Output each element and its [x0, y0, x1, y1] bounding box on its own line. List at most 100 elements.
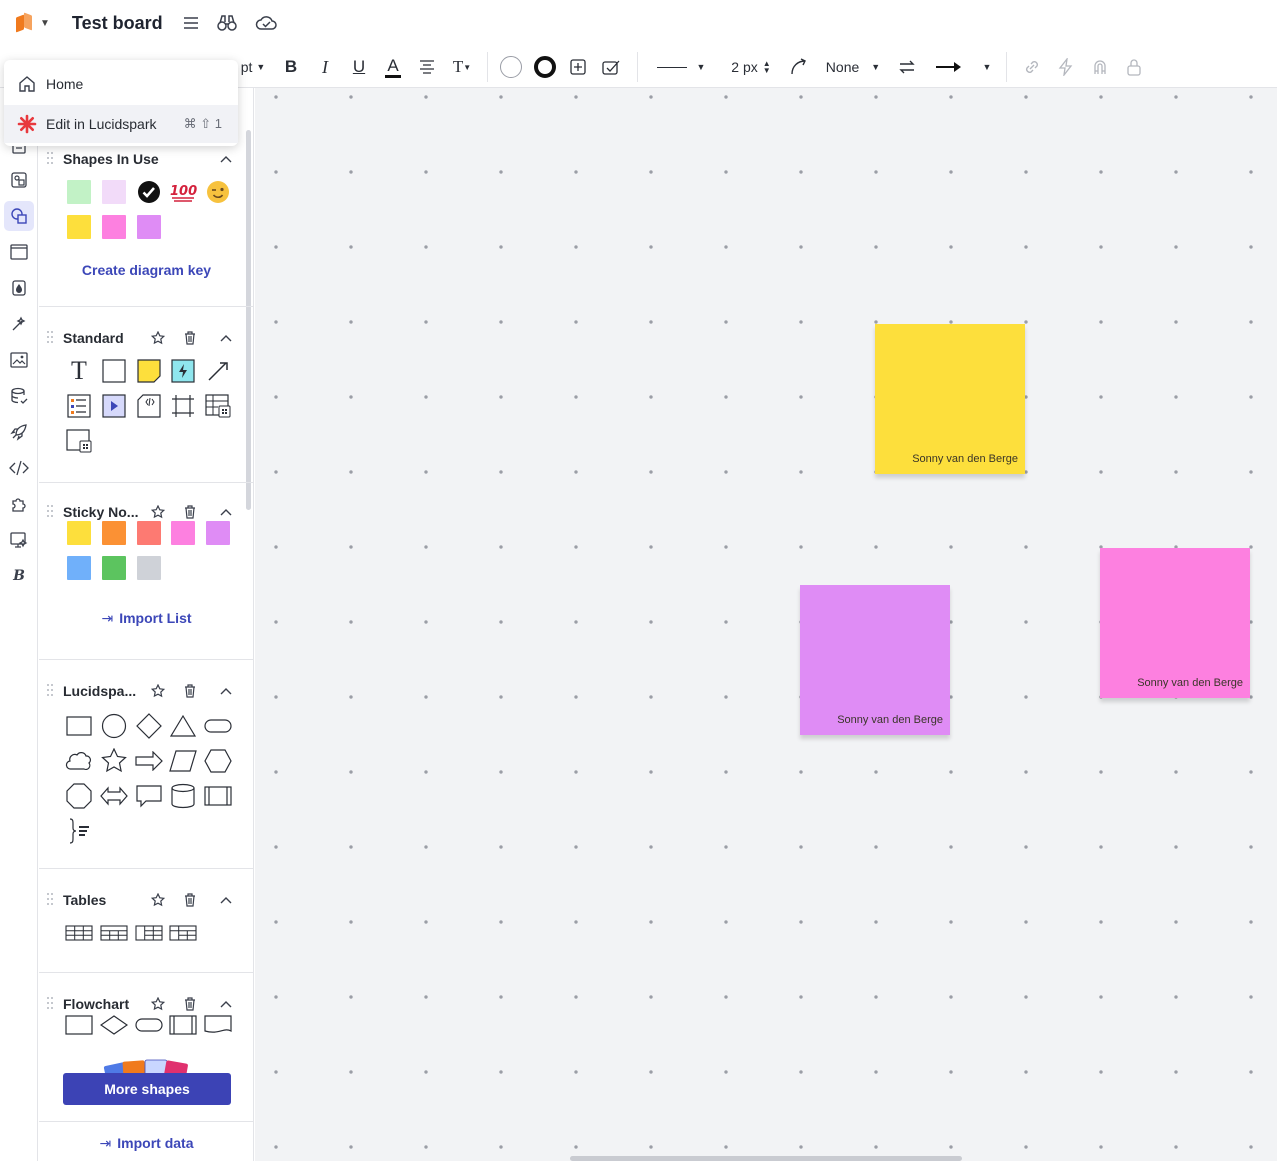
shape-light-green-sticky[interactable] [67, 180, 91, 204]
process-shape-icon[interactable] [204, 782, 232, 810]
winking-face-emoji-icon[interactable] [204, 178, 232, 206]
drag-handle-icon[interactable] [47, 684, 55, 698]
sticky-yellow-swatch[interactable] [67, 521, 91, 545]
drag-handle-icon[interactable] [47, 893, 55, 907]
align-button[interactable] [416, 46, 438, 88]
list-shape-icon[interactable] [65, 392, 93, 420]
line-shape-button[interactable] [788, 46, 810, 88]
drag-handle-icon[interactable] [47, 505, 55, 519]
flow-predefined-icon[interactable] [169, 1011, 197, 1039]
import-data-button[interactable]: ⇥ Import data [39, 1135, 253, 1152]
star-icon[interactable] [150, 504, 166, 520]
line-start-dropdown[interactable]: None ▼ [822, 46, 884, 88]
action-shape-icon[interactable] [169, 357, 197, 385]
document-title[interactable]: Test board [72, 13, 163, 34]
octagon-shape-icon[interactable] [65, 782, 93, 810]
line-color-button[interactable] [533, 46, 557, 88]
rail-ai-button[interactable] [4, 525, 34, 555]
hundred-points-emoji-icon[interactable]: 100 [169, 178, 197, 206]
frame-shape-icon[interactable] [169, 392, 197, 420]
star-icon[interactable] [150, 996, 166, 1012]
sticky-green-swatch[interactable] [102, 556, 126, 580]
sticky-purple-swatch[interactable] [206, 521, 230, 545]
flow-terminator-icon[interactable] [135, 1011, 163, 1039]
drag-handle-icon[interactable] [47, 331, 55, 345]
rail-magic-button[interactable] [4, 309, 34, 339]
sticky-pink-swatch[interactable] [171, 521, 195, 545]
rectangle-shape-icon[interactable] [100, 357, 128, 385]
arrow-shape-icon[interactable] [135, 747, 163, 775]
text-shape-icon[interactable]: T [65, 356, 93, 385]
checkmark-emoji-icon[interactable] [135, 178, 163, 206]
rail-fill-button[interactable] [4, 273, 34, 303]
card-shape-icon[interactable] [65, 427, 93, 455]
collapse-chevron-icon[interactable] [218, 996, 234, 1012]
sticky-note-yellow[interactable]: Sonny van den Berge [875, 324, 1025, 474]
star-icon[interactable] [150, 330, 166, 346]
speech-bubble-shape-icon[interactable] [135, 782, 163, 810]
collapse-chevron-icon[interactable] [218, 151, 234, 167]
create-diagram-key-button[interactable]: Create diagram key [39, 262, 253, 278]
rail-data-button[interactable] [4, 381, 34, 411]
binoculars-icon[interactable] [216, 14, 237, 32]
rectangle-shape-icon[interactable] [65, 712, 93, 740]
sticky-gray-swatch[interactable] [137, 556, 161, 580]
shape-yellow-sticky[interactable] [67, 215, 91, 239]
rail-shapes-button[interactable] [4, 201, 34, 231]
table-both-headers-icon[interactable] [169, 919, 197, 947]
italic-button[interactable]: I [314, 46, 336, 88]
rail-frames-button[interactable] [4, 237, 34, 267]
circle-shape-icon[interactable] [100, 712, 128, 740]
table-header-col-icon[interactable] [135, 919, 163, 947]
trash-icon[interactable] [182, 892, 198, 908]
cylinder-shape-icon[interactable] [169, 782, 197, 810]
trash-icon[interactable] [182, 996, 198, 1012]
collapse-chevron-icon[interactable] [218, 504, 234, 520]
flow-document-icon[interactable] [204, 1011, 232, 1039]
board-canvas[interactable]: Sonny van den Berge Sonny van den Berge … [255, 88, 1277, 1161]
shape-options-button[interactable] [566, 46, 590, 88]
parallelogram-shape-icon[interactable] [169, 747, 197, 775]
line-end-dropdown[interactable]: ▼ [932, 46, 994, 88]
drag-handle-icon[interactable] [47, 152, 55, 166]
font-size-dropdown[interactable]: pt ▼ [236, 46, 270, 88]
rail-image-button[interactable] [4, 345, 34, 375]
actions-button[interactable] [1055, 46, 1077, 88]
rail-brand-button[interactable]: B [4, 561, 34, 591]
import-list-button[interactable]: ⇥ Import List [39, 610, 253, 627]
flow-decision-icon[interactable] [100, 1011, 128, 1039]
text-color-button[interactable]: A [382, 46, 404, 88]
sticky-orange-swatch[interactable] [102, 521, 126, 545]
trash-icon[interactable] [182, 504, 198, 520]
canvas-horizontal-scrollbar[interactable] [570, 1156, 962, 1161]
text-options-button[interactable]: T ▼ [450, 46, 474, 88]
shape-pink-sticky[interactable] [102, 215, 126, 239]
underline-button[interactable]: U [348, 46, 370, 88]
video-shape-icon[interactable] [100, 392, 128, 420]
star-shape-icon[interactable] [100, 747, 128, 775]
more-shapes-button[interactable]: More shapes [63, 1073, 231, 1105]
section-header[interactable]: Lucidspa... [39, 680, 253, 704]
fill-color-button[interactable] [499, 46, 523, 88]
table-shape-icon[interactable] [204, 392, 232, 420]
cloud-shape-icon[interactable] [65, 747, 93, 775]
section-header[interactable]: Standard [39, 327, 253, 351]
shape-light-purple-sticky[interactable] [102, 180, 126, 204]
star-icon[interactable] [150, 892, 166, 908]
sticky-blue-swatch[interactable] [67, 556, 91, 580]
flow-process-icon[interactable] [65, 1011, 93, 1039]
lucid-logo-button[interactable]: ▼ [14, 12, 50, 33]
shape-purple-sticky[interactable] [137, 215, 161, 239]
table-3x3-icon[interactable] [65, 919, 93, 947]
menu-item-edit-in-lucidspark[interactable]: Edit in Lucidspark ⌘ ⇧ 1 [4, 105, 238, 143]
line-style-dropdown[interactable]: ▼ [655, 46, 707, 88]
line-shape-icon[interactable] [204, 357, 232, 385]
bold-button[interactable]: B [280, 46, 302, 88]
table-header-row-icon[interactable] [100, 919, 128, 947]
star-icon[interactable] [150, 683, 166, 699]
trash-icon[interactable] [182, 330, 198, 346]
cloud-saved-icon[interactable] [255, 15, 277, 31]
section-header[interactable]: Tables [39, 889, 253, 913]
sticky-note-shape-icon[interactable] [135, 357, 163, 385]
triangle-shape-icon[interactable] [169, 712, 197, 740]
